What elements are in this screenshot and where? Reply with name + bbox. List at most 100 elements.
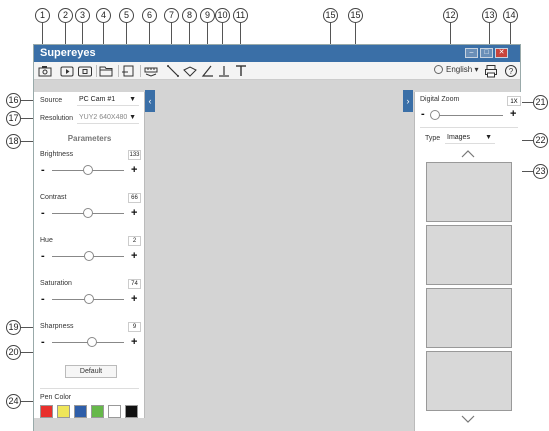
vertical-icon[interactable] [216,63,232,79]
default-button[interactable]: Default [65,365,117,378]
param-minus-button[interactable]: - [41,294,45,305]
pen-color-swatch[interactable] [74,405,87,418]
language-label: English [446,65,473,74]
param-minus-button[interactable]: - [41,337,45,348]
zoom-slider-knob[interactable] [429,110,440,120]
callout-11: 11 [233,8,248,23]
minimize-button[interactable]: – [465,48,478,58]
maximize-button[interactable]: □ [480,48,493,58]
callout-7: 7 [164,8,179,23]
text-icon[interactable] [233,63,249,79]
param-plus-button[interactable]: + [131,294,137,305]
callout-17: 17 [6,111,21,126]
callout-12: 12 [443,8,458,23]
exit-icon[interactable] [120,63,136,79]
right-panel-collapse-button[interactable]: › [403,90,413,112]
param-minus-button[interactable]: - [41,208,45,219]
type-select[interactable]: Images ▼ [445,132,495,144]
scroll-down-icon[interactable] [461,415,475,423]
zoom-plus-button[interactable]: + [510,109,516,120]
callout-21: 21 [533,95,548,110]
param-plus-button[interactable]: + [131,165,137,176]
param-label: Brightness [40,151,74,158]
param-label: Sharpness [40,323,74,330]
arc-icon[interactable] [182,63,198,79]
chevron-down-icon: ▼ [129,96,136,103]
thumbnail-slot[interactable] [426,225,512,285]
callout-6: 6 [142,8,157,23]
param-slider-knob[interactable] [83,208,93,218]
angle-icon[interactable] [200,63,216,79]
pen-color-swatch[interactable] [91,405,104,418]
callout-14: 14 [503,8,518,23]
callout-16: 16 [6,93,21,108]
pen-color-swatch[interactable] [125,405,138,418]
left-panel-collapse-button[interactable]: ‹ [145,90,155,112]
param-label: Contrast [40,194,67,201]
pen-color-swatch[interactable] [108,405,121,418]
param-slider-knob[interactable] [83,165,93,175]
close-button[interactable]: ✕ [495,48,508,58]
measure-icon[interactable] [143,63,159,79]
chevron-down-icon: ▼ [485,134,492,141]
callout-1: 1 [35,8,50,23]
help-icon[interactable]: ? [503,63,519,79]
zoom-slider-track[interactable] [431,115,503,116]
callout-18: 18 [6,134,21,149]
param-value[interactable]: 66 [128,193,141,203]
param-value[interactable]: 74 [128,279,141,289]
type-label: Type [425,135,441,142]
callout-23: 23 [533,164,548,179]
title-bar: Supereyes – □ ✕ [34,45,520,62]
param-label: Hue [40,237,53,244]
callout-22: 22 [533,133,548,148]
param-plus-button[interactable]: + [131,208,137,219]
callout-20: 20 [6,345,21,360]
thumbnail-slot[interactable] [426,288,512,348]
callout-15a: 15 [323,8,338,23]
callout-5: 5 [119,8,134,23]
thumbnail-slot[interactable] [426,351,512,411]
video-icon[interactable] [77,63,93,79]
digital-zoom-label: Digital Zoom [420,96,460,103]
zoom-minus-button[interactable]: - [421,109,425,120]
language-selector[interactable]: English ▾ [434,65,479,75]
line-icon[interactable] [165,63,181,79]
param-minus-button[interactable]: - [41,165,45,176]
callout-24: 24 [6,394,21,409]
param-value[interactable]: 2 [128,236,141,246]
resolution-select[interactable]: YUY2 640X480 ▼ [77,112,139,124]
scroll-up-icon[interactable] [461,150,475,158]
app-window: Supereyes – □ ✕ English ▾ ? Source PC Ca… [33,44,522,431]
param-slider-knob[interactable] [84,251,95,261]
callout-3: 3 [75,8,90,23]
svg-text:?: ? [509,67,514,76]
left-panel: Source PC Cam #1 ▼ Resolution YUY2 640X4… [34,92,145,418]
source-label: Source [40,97,63,104]
folder-icon[interactable] [98,63,114,79]
thumbnail-slot[interactable] [426,162,512,222]
camera-icon[interactable] [37,63,53,79]
param-slider-knob[interactable] [86,337,97,347]
callout-13: 13 [482,8,497,23]
param-value[interactable]: 9 [128,322,141,332]
source-select[interactable]: PC Cam #1 ▼ [77,94,139,106]
param-slider-knob[interactable] [84,294,95,304]
right-panel: Digital Zoom 1X - + Type Images ▼ [414,92,522,431]
print-icon[interactable] [483,63,499,79]
zoom-value[interactable]: 1X [507,96,521,106]
callout-8: 8 [182,8,197,23]
resolution-label: Resolution [40,115,74,122]
stage: 1 2 3 4 5 6 7 8 9 10 11 15 15 12 13 14 1… [0,0,549,431]
param-plus-button[interactable]: + [131,251,137,262]
type-value: Images [447,134,470,141]
pen-color-label: Pen Color [40,394,72,401]
record-icon[interactable] [59,63,75,79]
pen-color-swatch[interactable] [57,405,70,418]
param-value[interactable]: 133 [128,150,141,160]
param-label: Saturation [40,280,72,287]
param-minus-button[interactable]: - [41,251,45,262]
param-plus-button[interactable]: + [131,337,137,348]
chevron-down-icon: ▼ [129,114,136,121]
pen-color-swatch[interactable] [40,405,53,418]
